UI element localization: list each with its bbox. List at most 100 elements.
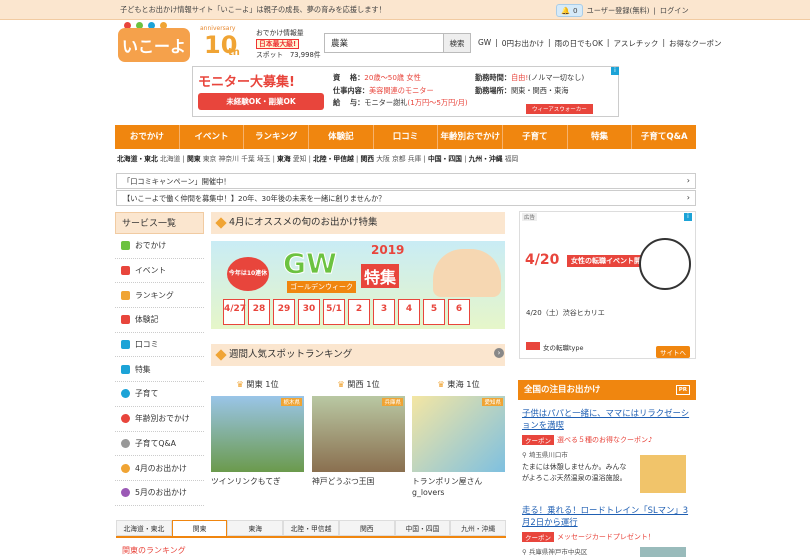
login-link[interactable]: ログイン — [660, 6, 689, 16]
chevron-right-icon[interactable]: › — [494, 348, 504, 358]
search-box: 農業 検索 — [324, 33, 471, 53]
sidebar-item-taikenki[interactable]: 体験記 — [115, 308, 204, 333]
crown-icon: ♛ — [337, 379, 345, 389]
leaf-icon — [121, 463, 130, 473]
spot-name[interactable]: 神戸どうぶつ王国 — [312, 476, 405, 487]
register-link[interactable]: ユーザー登録(無料) — [587, 6, 650, 16]
region-chugoku[interactable]: 中国・四国 — [428, 155, 462, 163]
sidebar-item-qa[interactable]: 子育てQ&A — [115, 432, 204, 457]
person-icon — [121, 414, 130, 424]
nav-event[interactable]: イベント — [180, 125, 245, 149]
sidebar-item-kosodate[interactable]: 子育て — [115, 382, 204, 407]
question-icon — [121, 438, 130, 448]
sidebar-title: サービス一覧 — [115, 212, 204, 234]
family-photo — [433, 249, 501, 297]
tab-kanto[interactable]: 関東 — [171, 520, 228, 536]
tab-hokuriku[interactable]: 北陸・甲信越 — [283, 520, 339, 536]
national-item[interactable]: 走る！乗れる！ロードトレイン「SLマン」3月2日から運行 クーポン メッセージカー… — [522, 505, 692, 557]
sidebar-item-may[interactable]: 5月のお出かけ — [115, 481, 204, 506]
tab-tokai[interactable]: 東海 — [227, 520, 284, 536]
nav-age[interactable]: 年齢別おでかけ — [438, 125, 504, 149]
spot-photo: 兵庫県 — [312, 396, 405, 472]
sidebar-item-event[interactable]: イベント — [115, 259, 204, 284]
spot-name[interactable]: トランポリン屋さん g_lovers — [412, 476, 505, 498]
quick-link-free[interactable]: 0円お出かけ — [502, 38, 544, 49]
ranking-item[interactable]: ♛ 関東 1位 栃木県 ツインリンクもてぎ — [211, 378, 304, 487]
search-button[interactable]: 検索 — [443, 34, 470, 52]
pin-icon: ⚲ — [522, 451, 527, 459]
chevron-right-icon: › — [686, 176, 690, 185]
region-kyushu[interactable]: 九州・沖縄 — [469, 155, 503, 163]
banner-ad[interactable]: モニター大募集! 未経験OK・副業OK 資 格：20歳〜50歳 女性 仕事内容：… — [192, 66, 619, 117]
spot-photo: 栃木県 — [211, 396, 304, 472]
tab-chugoku[interactable]: 中国・四国 — [394, 520, 451, 536]
nav-taikenki[interactable]: 体験記 — [309, 125, 374, 149]
coupon-badge: クーポン — [522, 532, 554, 542]
chart-icon — [121, 241, 130, 251]
banner-headline: モニター大募集! — [198, 75, 295, 90]
side-ad[interactable]: 広告 i 4/20 女性の転職イベント開催! 4/20（土）渋谷ヒカリエ 女の転… — [519, 211, 696, 359]
gw-feature-banner[interactable]: 今年は10連休 GW 2019 特集 ゴールデンウィーク 4/27 28 29 30 5… — [211, 241, 505, 329]
site-logo[interactable]: いこーよ — [118, 28, 190, 62]
region-tokai[interactable]: 東海 — [277, 155, 291, 163]
ad-site-button[interactable]: サイトへ — [656, 346, 690, 358]
ten-holidays-badge: 今年は10連休 — [227, 257, 269, 291]
type-logo — [526, 342, 540, 350]
spot-name[interactable]: ツインリンクもてぎ — [211, 476, 304, 487]
tab-tohoku[interactable]: 北海道・東北 — [116, 520, 172, 536]
sidebar-item-ranking[interactable]: ランキング — [115, 283, 204, 309]
region-tabs: 北海道・東北 関東 東海 北陸・甲信越 関西 中国・四国 九州・沖縄 — [116, 520, 507, 538]
flower-icon — [121, 488, 130, 498]
crown-icon: ♛ — [437, 379, 445, 389]
tab-kyushu[interactable]: 九州・沖縄 — [450, 520, 507, 536]
nav-kuchikomi[interactable]: 口コミ — [374, 125, 439, 149]
nav-tokushu[interactable]: 特集 — [568, 125, 633, 149]
quick-link-athletic[interactable]: アスレチック — [613, 38, 658, 49]
folder-icon — [121, 364, 130, 374]
main-nav: おでかけ イベント ランキング 体験記 口コミ 年齢別おでかけ 子育て 特集 子… — [115, 125, 696, 149]
ad-hero: 4/20 女性の転職イベント開催! — [521, 234, 694, 290]
spot-photo — [640, 455, 686, 493]
sidebar-item-kuchikomi[interactable]: 口コミ — [115, 333, 204, 358]
region-kansai[interactable]: 関西 — [360, 155, 374, 163]
search-input[interactable]: 農業 — [325, 34, 443, 52]
nav-qa[interactable]: 子育てQ&A — [632, 125, 696, 149]
banner-pill: 未経験OK・副業OK — [198, 93, 324, 110]
spot-photo: 愛知県 — [412, 396, 505, 472]
sidebar-item-odekake[interactable]: おでかけ — [115, 234, 204, 259]
diamond-icon — [215, 217, 227, 229]
quick-link-coupon[interactable]: お得なクーポン — [669, 38, 722, 49]
national-heading: 全国の注目お出かけ PR — [518, 380, 696, 400]
quick-link-rain[interactable]: 雨の日でもOK — [555, 38, 603, 49]
quick-link-gw[interactable]: GW — [478, 38, 491, 49]
region-hokuriku[interactable]: 北陸・甲信越 — [313, 155, 354, 163]
nav-ranking[interactable]: ランキング — [244, 125, 310, 149]
nav-odekake[interactable]: おでかけ — [115, 125, 180, 149]
ad-choices-icon[interactable]: i — [611, 67, 619, 75]
notification-button[interactable]: 🔔 0 — [556, 4, 583, 17]
user-links: 🔔 0 ユーザー登録(無料) | ログイン — [556, 4, 689, 17]
service-sidebar: サービス一覧 おでかけ イベント ランキング 体験記 口コミ 特集 子育て 年齢… — [115, 212, 204, 506]
crown-icon: ♛ — [236, 379, 244, 389]
tab-kansai[interactable]: 関西 — [338, 520, 395, 536]
sidebar-item-tokushu[interactable]: 特集 — [115, 357, 204, 383]
speech-bubble-icon — [121, 340, 130, 350]
ranking-item[interactable]: ♛ 関西 1位 兵庫県 神戸どうぶつ王国 — [312, 378, 405, 487]
ranking-heading: 週間人気スポットランキング — [211, 344, 505, 366]
nav-kosodate[interactable]: 子育て — [503, 125, 568, 149]
banner-details-left: 資 格：20歳〜50歳 女性 仕事内容：美容関連のモニター 給 与：モニター謝礼… — [333, 73, 468, 107]
sidebar-item-april[interactable]: 4月のお出かけ — [115, 456, 204, 481]
chevron-right-icon: › — [686, 193, 690, 202]
kanto-ranking-heading: 関東のランキング — [122, 546, 186, 555]
anniversary-logo: anniversary 10 th — [200, 25, 240, 59]
character-illustration — [639, 238, 691, 290]
notice-recruit[interactable]: 【いこーよで働く仲間を募集中！】20年、30年後の未来を一緒に創りませんか？ › — [116, 190, 696, 206]
notice-campaign[interactable]: 「口コミキャンペーン」開催中！ › — [116, 173, 696, 189]
banner-details-right: 勤務時間：自由!(ノルマ一切なし) 勤務場所：関東・関西・東海 — [475, 73, 585, 95]
ranking-item[interactable]: ♛ 東海 1位 愛知県 トランポリン屋さん g_lovers — [412, 378, 505, 498]
region-kanto[interactable]: 関東 — [187, 155, 201, 163]
national-item[interactable]: 子供はパパと一緒に、ママにはリラクゼーションを満喫 クーポン 選べる５種のお得なク… — [522, 408, 692, 493]
sidebar-item-age[interactable]: 年齢別おでかけ — [115, 407, 204, 432]
region-tohoku[interactable]: 北海道・東北 — [117, 155, 158, 163]
ad-choices-icon[interactable]: i — [684, 213, 692, 221]
